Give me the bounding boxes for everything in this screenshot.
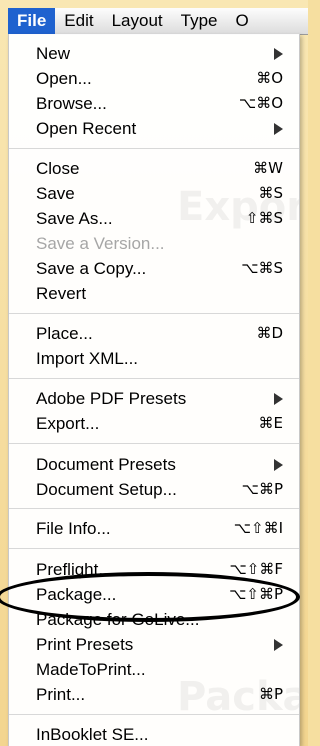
menu-object-truncated[interactable]: O <box>227 8 258 34</box>
submenu-arrow-icon <box>274 459 283 471</box>
screen-backdrop: File Edit Layout Type O Expor Package Ne… <box>0 0 308 746</box>
menu-item-package-for-golive[interactable]: Package for GoLive... <box>9 607 299 632</box>
menu-edit[interactable]: Edit <box>55 8 102 34</box>
menu-item-label: Close <box>36 159 80 178</box>
menu-item-label: Open... <box>36 69 92 88</box>
menu-item-print[interactable]: Print... ⌘P <box>9 682 299 707</box>
menu-item-label: InBooklet SE... <box>36 725 149 744</box>
menu-item-label: Print... <box>36 685 86 704</box>
menu-item-save[interactable]: Save ⌘S <box>9 181 299 206</box>
menu-item-label: Adobe PDF Presets <box>36 389 187 408</box>
menu-item-preflight[interactable]: Preflight... ⌥⇧⌘F <box>9 557 299 582</box>
menu-item-label: Package for GoLive... <box>36 610 200 629</box>
menu-item-shortcut: ⌘D <box>256 324 283 342</box>
menu-item-open-recent[interactable]: Open Recent <box>9 116 299 141</box>
menu-item-shortcut: ⌘S <box>258 184 283 202</box>
menu-item-label: Document Presets <box>36 455 176 474</box>
menu-item-label: Preflight... <box>36 560 113 579</box>
menu-item-shortcut: ⌥⌘O <box>238 94 283 112</box>
submenu-arrow-icon <box>274 393 283 405</box>
menu-item-label: Save As... <box>36 209 113 228</box>
menu-item-label: Revert <box>36 284 87 303</box>
menu-bar: File Edit Layout Type O <box>8 8 308 35</box>
file-menu-dropdown: Expor Package New Open... ⌘O Browse... ⌥… <box>8 34 300 746</box>
menu-item-label: Browse... <box>36 94 107 113</box>
menu-type[interactable]: Type <box>172 8 227 34</box>
menu-item-shortcut: ⌘O <box>256 69 283 87</box>
menu-item-shortcut: ⌥⇧⌘P <box>229 585 283 603</box>
menu-item-label: Export... <box>36 414 100 433</box>
menu-item-document-setup[interactable]: Document Setup... ⌥⌘P <box>9 477 299 502</box>
menu-item-print-presets[interactable]: Print Presets <box>9 632 299 657</box>
menu-item-save-a-copy[interactable]: Save a Copy... ⌥⌘S <box>9 256 299 281</box>
menu-item-label: Import XML... <box>36 349 139 368</box>
submenu-arrow-icon <box>274 48 283 60</box>
menu-item-madetoprint[interactable]: MadeToPrint... <box>9 657 299 682</box>
menu-item-label: Open Recent <box>36 119 137 138</box>
menu-separator <box>9 313 299 314</box>
menu-item-place[interactable]: Place... ⌘D <box>9 321 299 346</box>
menu-item-shortcut: ⌥⇧⌘F <box>229 560 283 578</box>
menu-item-label: Document Setup... <box>36 480 177 499</box>
menu-separator <box>9 548 299 549</box>
menu-item-import-xml[interactable]: Import XML... <box>9 346 299 371</box>
menu-item-export[interactable]: Export... ⌘E <box>9 411 299 436</box>
menu-item-inbooklet-se[interactable]: InBooklet SE... <box>9 722 299 746</box>
menu-item-label: Save a Version... <box>36 234 165 253</box>
menu-separator <box>9 148 299 149</box>
menu-file[interactable]: File <box>8 8 56 34</box>
menu-item-new[interactable]: New <box>9 41 299 66</box>
menu-item-close[interactable]: Close ⌘W <box>9 156 299 181</box>
menu-item-label: Place... <box>36 324 93 343</box>
menu-item-shortcut: ⌘W <box>253 159 283 177</box>
menu-item-shortcut: ⌘P <box>258 685 283 703</box>
menu-item-label: Save a Copy... <box>36 259 147 278</box>
menu-layout[interactable]: Layout <box>103 8 172 34</box>
menu-separator <box>9 443 299 444</box>
menu-item-label: Save <box>36 184 75 203</box>
menu-item-shortcut: ⌥⌘S <box>241 259 283 277</box>
menu-item-save-as[interactable]: Save As... ⇧⌘S <box>9 206 299 231</box>
menu-item-adobe-pdf-presets[interactable]: Adobe PDF Presets <box>9 386 299 411</box>
menu-item-shortcut: ⌥⇧⌘I <box>233 519 283 537</box>
menu-item-shortcut: ⌥⌘P <box>241 480 283 498</box>
menu-item-save-a-version: Save a Version... <box>9 231 299 256</box>
menu-item-file-info[interactable]: File Info... ⌥⇧⌘I <box>9 516 299 541</box>
menu-item-open[interactable]: Open... ⌘O <box>9 66 299 91</box>
menu-item-label: MadeToPrint... <box>36 660 146 679</box>
menu-item-shortcut: ⌘E <box>258 414 283 432</box>
menu-item-label: New <box>36 44 71 63</box>
menu-separator <box>9 378 299 379</box>
menu-item-label: Package... <box>36 585 117 604</box>
submenu-arrow-icon <box>274 123 283 135</box>
menu-item-label: File Info... <box>36 519 111 538</box>
menu-separator <box>9 714 299 715</box>
menu-item-package[interactable]: Package... ⌥⇧⌘P <box>9 582 299 607</box>
menu-separator <box>9 508 299 509</box>
menu-item-shortcut: ⇧⌘S <box>245 209 283 227</box>
menu-item-revert[interactable]: Revert <box>9 281 299 306</box>
menu-item-label: Print Presets <box>36 635 134 654</box>
menu-item-browse[interactable]: Browse... ⌥⌘O <box>9 91 299 116</box>
menu-item-document-presets[interactable]: Document Presets <box>9 452 299 477</box>
submenu-arrow-icon <box>274 639 283 651</box>
